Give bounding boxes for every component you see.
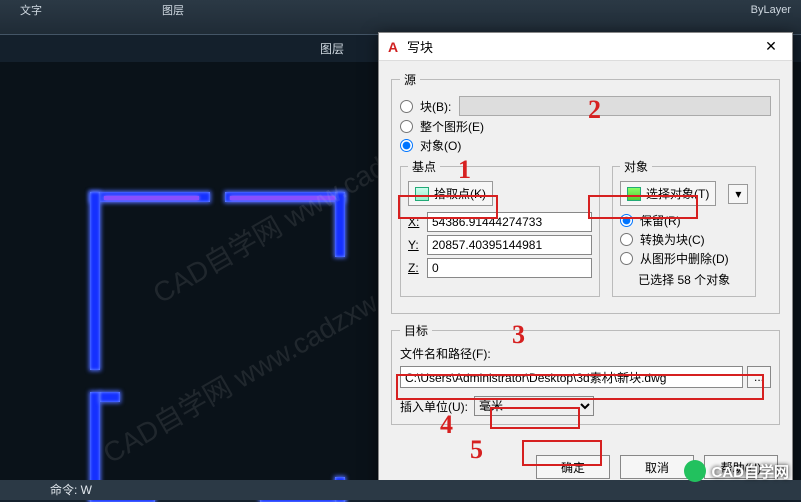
ribbon-text: 文字 bbox=[20, 2, 42, 18]
ribbon-bylayer: ByLayer bbox=[751, 4, 791, 16]
browse-button[interactable]: ... bbox=[747, 366, 771, 388]
select-objects-button[interactable]: 选择对象(T) bbox=[620, 181, 716, 206]
path-label: 文件名和路径(F): bbox=[400, 345, 771, 362]
ok-button[interactable]: 确定 bbox=[536, 455, 610, 479]
ribbon-layermgr: 图层 bbox=[162, 2, 184, 18]
unit-select[interactable]: 毫米 bbox=[474, 396, 594, 416]
basepoint-group: 基点 拾取点(K) X: Y: Z: bbox=[400, 158, 600, 297]
radio-entire[interactable] bbox=[400, 120, 413, 133]
wechat-text: CAD自学网 bbox=[712, 461, 790, 482]
x-input[interactable] bbox=[427, 212, 592, 232]
label-retain: 保留(R) bbox=[640, 212, 681, 229]
objects-legend: 对象 bbox=[620, 158, 652, 175]
target-legend: 目标 bbox=[400, 322, 432, 339]
close-icon[interactable]: ✕ bbox=[756, 38, 786, 55]
panel-label-layer: 图层 bbox=[320, 40, 344, 57]
source-group: 源 块(B): 整个图形(E) 对象(O) 基点 bbox=[391, 71, 780, 314]
label-entire: 整个图形(E) bbox=[420, 118, 484, 135]
x-label: X: bbox=[408, 215, 422, 229]
wechat-icon bbox=[684, 460, 706, 482]
label-block: 块(B): bbox=[420, 98, 451, 115]
path-input[interactable] bbox=[400, 366, 743, 388]
radio-convert[interactable] bbox=[620, 233, 633, 246]
autocad-icon: A bbox=[385, 39, 401, 55]
label-delete: 从图形中删除(D) bbox=[640, 250, 729, 267]
ribbon: 文字 图层 ByLayer bbox=[0, 0, 801, 35]
select-objects-label: 选择对象(T) bbox=[646, 185, 709, 202]
selected-count: 已选择 58 个对象 bbox=[620, 271, 748, 288]
radio-block[interactable] bbox=[400, 100, 413, 113]
command-text: 命令: W bbox=[50, 483, 92, 497]
quick-select-button[interactable]: ▾ bbox=[728, 184, 748, 204]
pick-point-label: 拾取点(K) bbox=[434, 185, 486, 202]
dialog-titlebar[interactable]: A 写块 ✕ bbox=[379, 33, 792, 61]
y-input[interactable] bbox=[427, 235, 592, 255]
floorplan bbox=[90, 192, 345, 502]
z-input[interactable] bbox=[427, 258, 592, 278]
y-label: Y: bbox=[408, 238, 422, 252]
block-combo[interactable] bbox=[459, 96, 771, 116]
radio-objects[interactable] bbox=[400, 139, 413, 152]
unit-label: 插入单位(U): bbox=[400, 398, 468, 415]
dialog-title: 写块 bbox=[407, 37, 756, 56]
select-objects-icon bbox=[627, 187, 641, 201]
basepoint-legend: 基点 bbox=[408, 158, 440, 175]
radio-retain[interactable] bbox=[620, 214, 633, 227]
command-line[interactable]: 命令: W bbox=[0, 480, 801, 500]
pick-point-icon bbox=[415, 187, 429, 201]
label-objects: 对象(O) bbox=[420, 137, 461, 154]
z-label: Z: bbox=[408, 261, 422, 275]
write-block-dialog: A 写块 ✕ 源 块(B): 整个图形(E) 对象(O) 基点 bbox=[378, 32, 793, 494]
radio-delete[interactable] bbox=[620, 252, 633, 265]
pick-point-button[interactable]: 拾取点(K) bbox=[408, 181, 493, 206]
target-group: 目标 文件名和路径(F): ... 插入单位(U): 毫米 bbox=[391, 322, 780, 425]
source-legend: 源 bbox=[400, 71, 420, 88]
funnel-icon: ▾ bbox=[735, 187, 741, 201]
wechat-watermark: CAD自学网 bbox=[684, 460, 790, 482]
label-convert: 转换为块(C) bbox=[640, 231, 705, 248]
objects-group: 对象 选择对象(T) ▾ 保留(R) 转换为块(C) 从图形中删除(D) 已选择… bbox=[612, 158, 756, 297]
